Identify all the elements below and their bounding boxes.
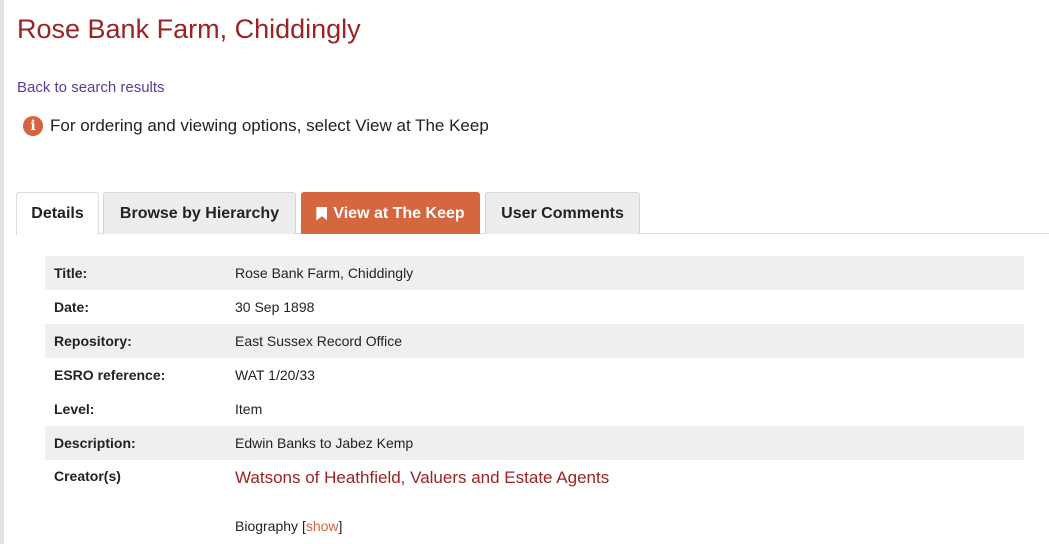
biography-show-link[interactable]: show (306, 518, 339, 534)
tab-user-comments[interactable]: User Comments (485, 192, 640, 234)
detail-value: Edwin Banks to Jabez Kemp (235, 435, 414, 451)
biography-label: Biography (235, 518, 299, 534)
ordering-notice: i For ordering and viewing options, sele… (23, 116, 489, 136)
tab-keep-label: View at The Keep (333, 204, 465, 222)
bracket-close: ] (338, 518, 343, 534)
detail-label: Title: (54, 265, 88, 281)
details-table: Title: Rose Bank Farm, Chiddingly Date: … (45, 256, 1024, 488)
detail-row-date: Date: 30 Sep 1898 (45, 290, 1024, 324)
detail-row-reference: ESRO reference: WAT 1/20/33 (45, 358, 1024, 392)
back-to-search-link[interactable]: Back to search results (17, 79, 165, 96)
detail-row-repository: Repository: East Sussex Record Office (45, 324, 1024, 358)
tab-details[interactable]: Details (16, 192, 99, 235)
page-title: Rose Bank Farm, Chiddingly (17, 14, 361, 44)
creator-link[interactable]: Watsons of Heathfield, Valuers and Estat… (235, 468, 609, 488)
tab-view-at-the-keep[interactable]: View at The Keep (301, 192, 480, 234)
detail-label: Level: (54, 401, 95, 417)
tab-browse-by-hierarchy[interactable]: Browse by Hierarchy (103, 192, 296, 234)
bookmark-icon (316, 206, 328, 221)
record-tabs: Details Browse by Hierarchy View at The … (16, 192, 1049, 235)
detail-label: Repository: (54, 333, 132, 349)
biography-line: Biography [show] (235, 518, 342, 534)
tab-details-label: Details (31, 205, 84, 222)
detail-row-creator: Creator(s) Watsons of Heathfield, Valuer… (45, 460, 1024, 488)
record-page: Rose Bank Farm, Chiddingly Back to searc… (0, 0, 1049, 544)
creator-label: Creator(s) (54, 468, 121, 484)
detail-value: Rose Bank Farm, Chiddingly (235, 265, 414, 281)
detail-value: East Sussex Record Office (235, 333, 403, 349)
detail-value: WAT 1/20/33 (235, 367, 315, 383)
detail-value: 30 Sep 1898 (235, 299, 315, 315)
detail-label: ESRO reference: (54, 367, 166, 383)
detail-label: Description: (54, 435, 136, 451)
detail-row-description: Description: Edwin Banks to Jabez Kemp (45, 426, 1024, 460)
tab-comments-label: User Comments (501, 204, 624, 222)
tab-hierarchy-label: Browse by Hierarchy (119, 204, 280, 222)
detail-label: Date: (54, 299, 90, 315)
detail-row-level: Level: Item (45, 392, 1024, 426)
notice-text: For ordering and viewing options, select… (50, 116, 489, 135)
left-border (0, 0, 4, 544)
detail-value: Item (235, 401, 263, 417)
detail-row-title: Title: Rose Bank Farm, Chiddingly (45, 256, 1024, 290)
info-icon: i (23, 116, 43, 136)
